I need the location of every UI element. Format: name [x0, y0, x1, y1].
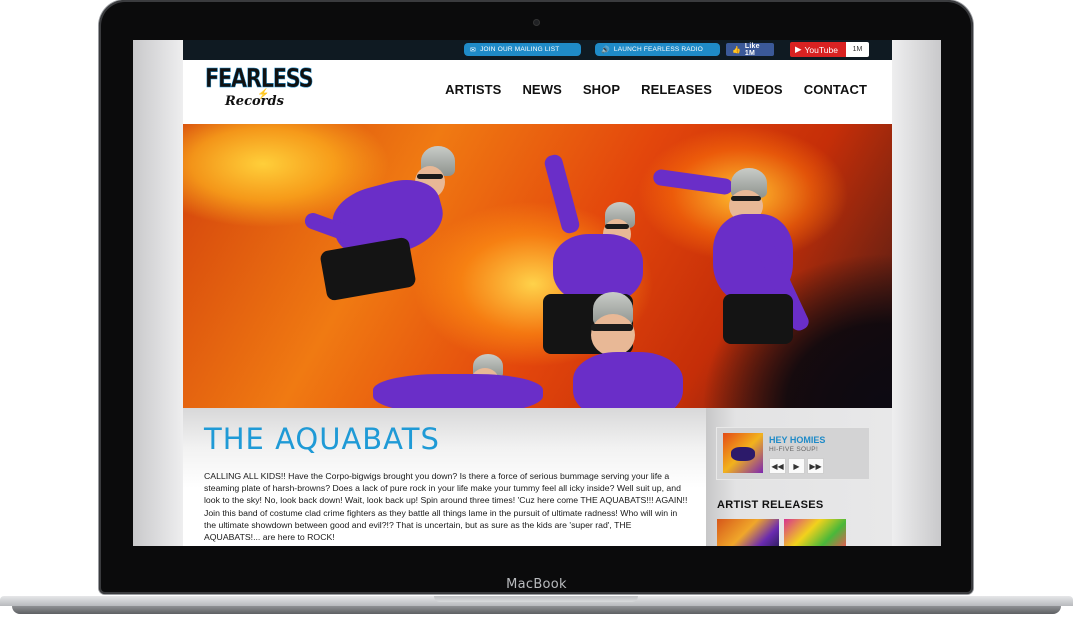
track-title: HEY HOMIES: [769, 435, 826, 445]
hero-band-photo: [183, 124, 892, 422]
browser-viewport: ✉ JOIN OUR MAILING LIST 🔊 LAUNCH FEARLES…: [133, 40, 941, 546]
logo-script: Records: [225, 94, 284, 109]
nav-contact[interactable]: CONTACT: [804, 82, 867, 97]
band-member-figure: [363, 354, 543, 414]
page-background-right: [892, 40, 941, 546]
launch-radio-label: LAUNCH FEARLESS RADIO: [613, 46, 704, 53]
main-nav: ARTISTS NEWS SHOP RELEASES VIDEOS CONTAC…: [445, 82, 867, 97]
youtube-label: YouTube: [804, 44, 838, 55]
device-brand-label: MacBook: [506, 577, 567, 592]
music-player: HEY HOMIES HI-FIVE SOUP! ◀◀ ▶ ▶▶: [717, 428, 869, 479]
youtube-button[interactable]: ▶ YouTube: [790, 42, 846, 57]
album-art: [723, 433, 763, 473]
nav-news[interactable]: NEWS: [522, 82, 561, 97]
site-header: FEARLESS ⚡ Records ARTISTS NEWS SHOP REL…: [183, 60, 892, 124]
play-icon: ▶: [793, 461, 800, 471]
fast-forward-icon: ▶▶: [809, 461, 822, 471]
previous-track-button[interactable]: ◀◀: [769, 458, 786, 474]
band-member-figure: [563, 284, 703, 422]
youtube-play-icon: ▶: [795, 44, 802, 54]
nav-releases[interactable]: RELEASES: [641, 82, 712, 97]
artist-name-heading: THE AQUABATS: [204, 422, 440, 456]
artist-main-column: THE AQUABATS CALLING ALL KIDS!! Have the…: [183, 408, 706, 546]
next-track-button[interactable]: ▶▶: [807, 458, 824, 474]
band-member-figure: [302, 144, 455, 324]
envelope-icon: ✉: [470, 46, 477, 54]
release-cover[interactable]: [717, 519, 779, 546]
artist-releases-heading: ARTIST RELEASES: [717, 499, 824, 511]
laptop-opening-notch: [434, 596, 638, 602]
play-button[interactable]: ▶: [788, 458, 805, 474]
youtube-count: 1M: [846, 42, 869, 57]
facebook-like-label: Like 1M: [744, 42, 760, 57]
nav-artists[interactable]: ARTISTS: [445, 82, 501, 97]
mailing-list-label: JOIN OUR MAILING LIST: [480, 46, 560, 53]
laptop-base-bottom: [12, 606, 1061, 614]
release-cover[interactable]: [784, 519, 846, 546]
page-background-left: [133, 40, 183, 546]
fearless-records-logo[interactable]: FEARLESS ⚡ Records: [205, 64, 314, 122]
website: ✉ JOIN OUR MAILING LIST 🔊 LAUNCH FEARLES…: [183, 40, 892, 546]
album-name: HI-FIVE SOUP!: [769, 446, 819, 453]
nav-shop[interactable]: SHOP: [583, 82, 620, 97]
youtube-subscribe-button[interactable]: ▶ YouTube 1M: [790, 42, 869, 57]
facebook-icon: 👍: [732, 46, 741, 54]
nav-videos[interactable]: VIDEOS: [733, 82, 783, 97]
rewind-icon: ◀◀: [771, 461, 784, 471]
mailing-list-button[interactable]: ✉ JOIN OUR MAILING LIST: [464, 43, 581, 56]
top-bar: ✉ JOIN OUR MAILING LIST 🔊 LAUNCH FEARLES…: [183, 40, 892, 60]
speaker-icon: 🔊: [601, 46, 610, 54]
laptop-base: [0, 596, 1073, 618]
launch-radio-button[interactable]: 🔊 LAUNCH FEARLESS RADIO: [595, 43, 720, 56]
webcam: [533, 19, 540, 26]
artist-sidebar: HEY HOMIES HI-FIVE SOUP! ◀◀ ▶ ▶▶ ARTIST …: [706, 408, 892, 546]
content-area: THE AQUABATS CALLING ALL KIDS!! Have the…: [183, 408, 892, 546]
artist-bio-text: CALLING ALL KIDS!! Have the Corpo-bigwig…: [204, 471, 688, 543]
logo-wordmark: FEARLESS: [205, 64, 314, 95]
facebook-like-button[interactable]: 👍 Like 1M: [726, 42, 774, 57]
